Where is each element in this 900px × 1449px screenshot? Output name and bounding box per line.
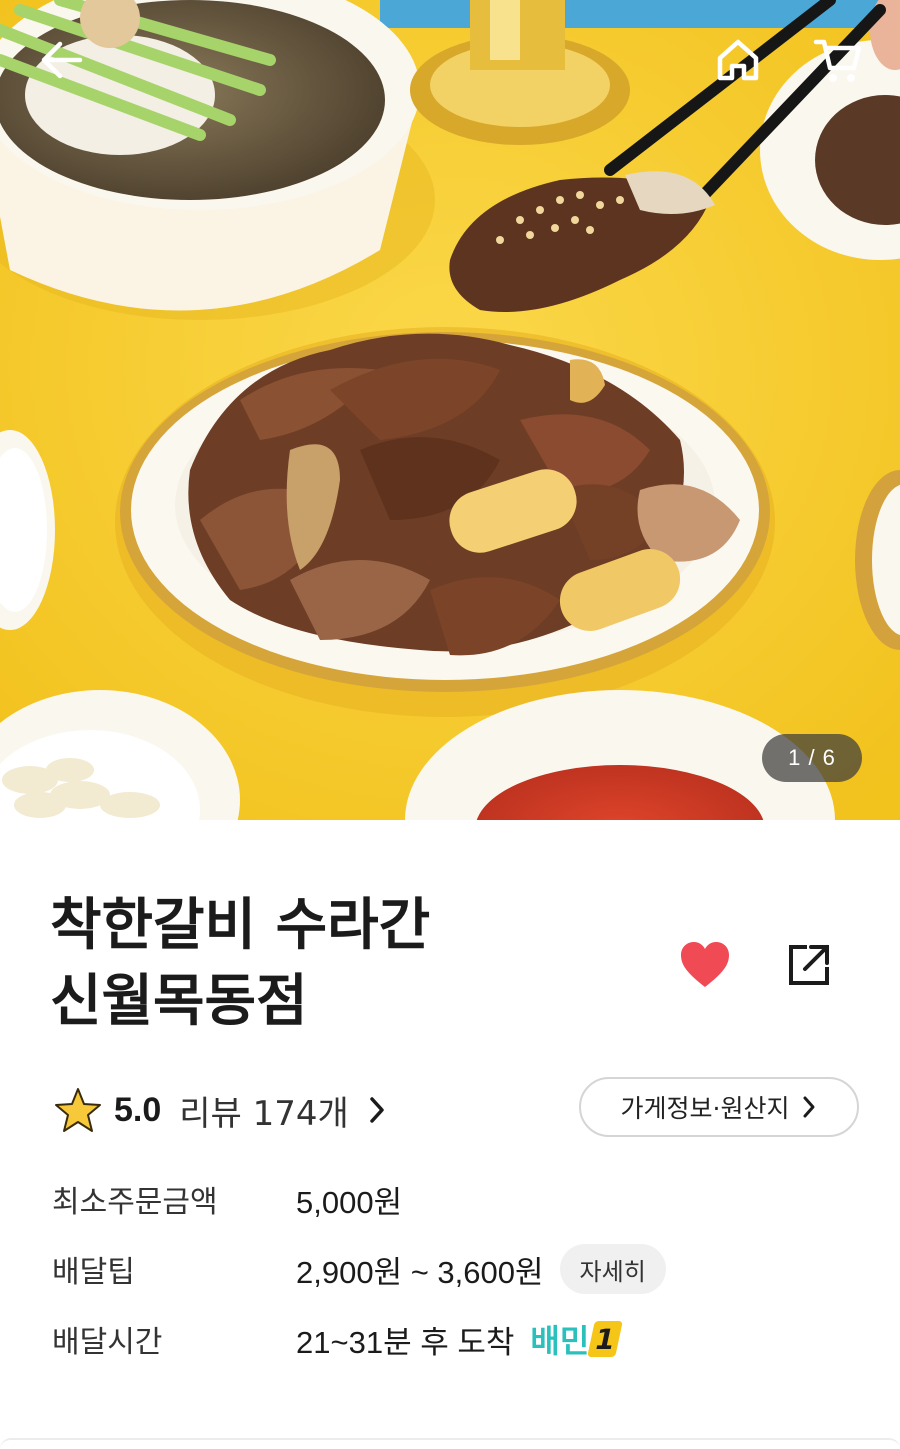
rating-review-link[interactable]: 5.0 리뷰 174개: [54, 1080, 387, 1140]
store-info-button[interactable]: 가게정보·원산지: [579, 1077, 859, 1137]
min-order-value: 5,000원: [296, 1184, 403, 1220]
chevron-right-icon: [803, 1096, 815, 1118]
heart-icon: [681, 942, 729, 987]
store-name: 착한갈비 수라간 신월목동점: [50, 888, 610, 1040]
favorite-button[interactable]: [670, 930, 740, 1000]
delivery-time-value: 21~31분 후 도착: [296, 1324, 515, 1360]
page-separator: /: [801, 745, 823, 770]
baemin-one-number: 1: [587, 1321, 624, 1357]
arrow-left-icon: [41, 41, 83, 79]
page-total: 6: [822, 745, 836, 770]
star-icon: [55, 1088, 101, 1132]
next-section-edge: [0, 1438, 900, 1449]
min-order-row: 최소주문금액 5,000원: [52, 1174, 402, 1224]
baemin-one-badge: 배민 1: [530, 1316, 624, 1362]
cart-button[interactable]: [806, 28, 870, 92]
share-icon: [789, 945, 829, 985]
delivery-tip-value: 2,900원 ~ 3,600원: [296, 1254, 544, 1290]
chevron-right-icon: [370, 1097, 384, 1123]
home-button[interactable]: [706, 28, 770, 92]
delivery-tip-row: 배달팁 2,900원 ~ 3,600원 자세히: [52, 1244, 666, 1294]
min-order-label: 최소주문금액: [52, 1185, 218, 1220]
delivery-time-label: 배달시간: [52, 1325, 163, 1360]
delivery-tip-detail-button[interactable]: 자세히: [559, 1244, 666, 1294]
hero-image[interactable]: 1 / 6: [0, 0, 900, 820]
baemin-label: 배민: [530, 1322, 590, 1360]
delivery-tip-label: 배달팁: [52, 1255, 135, 1290]
home-icon: [717, 39, 759, 81]
page-current: 1: [788, 745, 802, 770]
store-name-line1: 착한갈비 수라간: [50, 893, 431, 958]
store-info-label: 가게정보·원산지: [620, 1094, 790, 1123]
review-count: 리뷰 174개: [179, 1093, 349, 1134]
back-button[interactable]: [30, 28, 94, 92]
delivery-time-row: 배달시간 21~31분 후 도착 배민 1: [52, 1314, 624, 1364]
food-photo: [0, 0, 900, 820]
store-name-line2: 신월목동점: [50, 969, 308, 1034]
cart-icon: [813, 39, 862, 82]
rating-value: 5.0: [114, 1090, 162, 1129]
share-button[interactable]: [774, 930, 844, 1000]
image-page-indicator: 1 / 6: [762, 734, 862, 782]
